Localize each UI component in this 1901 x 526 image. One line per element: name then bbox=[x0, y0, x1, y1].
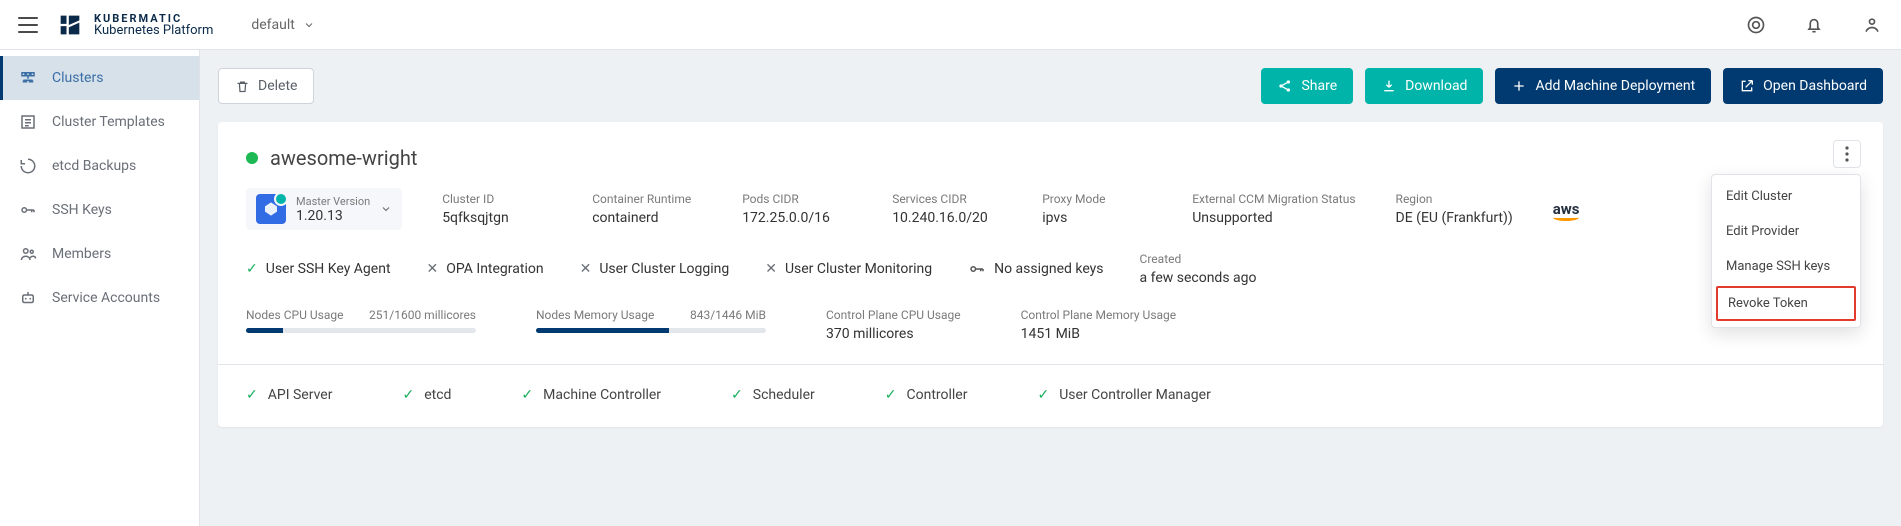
project-name: default bbox=[251, 17, 295, 33]
sidebar-item-label: Cluster Templates bbox=[52, 114, 165, 130]
x-icon: ✕ bbox=[765, 261, 777, 277]
cluster-menu-button[interactable] bbox=[1833, 140, 1861, 168]
x-icon: ✕ bbox=[580, 261, 592, 277]
health-row: ✓API Server ✓etcd ✓Machine Controller ✓S… bbox=[246, 387, 1855, 403]
external-link-icon bbox=[1739, 78, 1755, 94]
sidebar: Clusters Cluster Templates etcd Backups … bbox=[0, 50, 200, 526]
robot-icon bbox=[18, 289, 38, 307]
key-icon bbox=[968, 260, 986, 278]
pods-cidr: Pods CIDR172.25.0.0/16 bbox=[742, 192, 852, 226]
share-icon bbox=[1277, 78, 1293, 94]
download-button[interactable]: Download bbox=[1365, 68, 1483, 104]
health-controller: ✓Controller bbox=[885, 387, 968, 403]
nodes-cpu-usage: Nodes CPU Usage251/1600 millicores bbox=[246, 308, 476, 342]
sidebar-item-label: Members bbox=[52, 246, 111, 262]
sidebar-item-etcd-backups[interactable]: etcd Backups bbox=[0, 144, 199, 188]
trash-icon bbox=[235, 79, 250, 94]
open-dashboard-button[interactable]: Open Dashboard bbox=[1723, 68, 1883, 104]
sidebar-item-service-accounts[interactable]: Service Accounts bbox=[0, 276, 199, 320]
sidebar-item-label: Clusters bbox=[52, 70, 103, 86]
status-dot bbox=[246, 152, 258, 164]
sidebar-item-clusters[interactable]: Clusters bbox=[0, 56, 199, 100]
kebab-icon bbox=[1845, 146, 1849, 162]
check-icon: ✓ bbox=[246, 387, 258, 403]
control-plane-memory: Control Plane Memory Usage1451 MiB bbox=[1021, 308, 1177, 342]
download-icon bbox=[1381, 78, 1397, 94]
cluster-id: Cluster ID5qfksqjtgn bbox=[442, 192, 552, 226]
delete-button[interactable]: Delete bbox=[218, 68, 314, 104]
flag-ssh-agent: ✓User SSH Key Agent bbox=[246, 261, 391, 277]
brand-subtitle: Kubernetes Platform bbox=[94, 24, 213, 37]
app-header: KUBERMATIC Kubernetes Platform default bbox=[0, 0, 1901, 50]
backup-icon bbox=[18, 157, 38, 175]
health-user-controller-manager: ✓User Controller Manager bbox=[1037, 387, 1210, 403]
check-icon: ✓ bbox=[402, 387, 414, 403]
account-icon[interactable] bbox=[1861, 14, 1883, 36]
cluster-card: Edit Cluster Edit Provider Manage SSH ke… bbox=[218, 122, 1883, 427]
proxy-mode: Proxy Modeipvs bbox=[1042, 192, 1152, 226]
menu-edit-cluster[interactable]: Edit Cluster bbox=[1712, 179, 1860, 214]
region: RegionDE (EU (Frankfurt)) bbox=[1396, 192, 1513, 226]
services-cidr: Services CIDR10.240.16.0/20 bbox=[892, 192, 1002, 226]
templates-icon bbox=[18, 113, 38, 131]
flag-opa: ✕OPA Integration bbox=[427, 261, 544, 277]
cluster-name: awesome-wright bbox=[270, 146, 417, 170]
health-api-server: ✓API Server bbox=[246, 387, 332, 403]
chevron-down-icon bbox=[303, 19, 315, 31]
master-version-selector[interactable]: Master Version 1.20.13 bbox=[246, 188, 402, 230]
menu-edit-provider[interactable]: Edit Provider bbox=[1712, 214, 1860, 249]
sidebar-item-label: Service Accounts bbox=[52, 290, 160, 306]
provider-logo: aws bbox=[1553, 200, 1580, 218]
check-icon: ✓ bbox=[246, 261, 258, 277]
assigned-keys[interactable]: No assigned keys bbox=[968, 260, 1103, 278]
control-plane-cpu: Control Plane CPU Usage370 millicores bbox=[826, 308, 961, 342]
flag-monitoring: ✕User Cluster Monitoring bbox=[765, 261, 932, 277]
x-icon: ✕ bbox=[427, 261, 439, 277]
nodes-memory-usage: Nodes Memory Usage843/1446 MiB bbox=[536, 308, 766, 342]
ccm-status: External CCM Migration StatusUnsupported bbox=[1192, 192, 1355, 226]
clusters-icon bbox=[18, 69, 38, 87]
sidebar-item-ssh-keys[interactable]: SSH Keys bbox=[0, 188, 199, 232]
add-machine-deployment-button[interactable]: Add Machine Deployment bbox=[1495, 68, 1711, 104]
health-scheduler: ✓Scheduler bbox=[731, 387, 815, 403]
plus-icon bbox=[1511, 78, 1527, 94]
check-icon: ✓ bbox=[1037, 387, 1049, 403]
help-icon[interactable] bbox=[1745, 14, 1767, 36]
members-icon bbox=[18, 245, 38, 263]
flag-logging: ✕User Cluster Logging bbox=[580, 261, 730, 277]
brand-logo[interactable]: KUBERMATIC Kubernetes Platform bbox=[56, 11, 213, 39]
created-at: Createda few seconds ago bbox=[1140, 252, 1257, 286]
container-runtime: Container Runtimecontainerd bbox=[592, 192, 702, 226]
cluster-context-menu: Edit Cluster Edit Provider Manage SSH ke… bbox=[1711, 174, 1861, 328]
action-toolbar: Delete Share Download Add Machine Deploy… bbox=[218, 68, 1883, 104]
sidebar-item-templates[interactable]: Cluster Templates bbox=[0, 100, 199, 144]
sidebar-item-label: SSH Keys bbox=[52, 202, 112, 218]
main-content: Delete Share Download Add Machine Deploy… bbox=[200, 50, 1901, 526]
check-icon: ✓ bbox=[885, 387, 897, 403]
check-icon: ✓ bbox=[521, 387, 533, 403]
sidebar-item-members[interactable]: Members bbox=[0, 232, 199, 276]
kubernetes-icon bbox=[256, 194, 286, 224]
menu-revoke-token[interactable]: Revoke Token bbox=[1716, 286, 1856, 321]
health-machine-controller: ✓Machine Controller bbox=[521, 387, 661, 403]
health-etcd: ✓etcd bbox=[402, 387, 451, 403]
share-button[interactable]: Share bbox=[1261, 68, 1353, 104]
sidebar-item-label: etcd Backups bbox=[52, 158, 136, 174]
menu-manage-ssh-keys[interactable]: Manage SSH keys bbox=[1712, 249, 1860, 284]
menu-toggle-icon[interactable] bbox=[18, 17, 38, 33]
chevron-down-icon bbox=[380, 203, 392, 215]
kubermatic-icon bbox=[56, 11, 84, 39]
brand-name: KUBERMATIC bbox=[94, 13, 213, 24]
notifications-icon[interactable] bbox=[1803, 14, 1825, 36]
check-icon: ✓ bbox=[731, 387, 743, 403]
project-selector[interactable]: default bbox=[251, 17, 315, 33]
key-icon bbox=[18, 201, 38, 219]
